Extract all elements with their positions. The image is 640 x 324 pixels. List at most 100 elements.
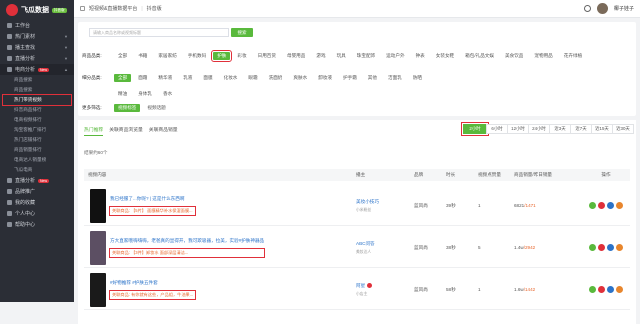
- blogger-name[interactable]: 美妆小技巧: [356, 199, 414, 205]
- sidebar-sub-item[interactable]: 商品搜索: [0, 85, 74, 95]
- sidebar-sub-item[interactable]: 商品销量排行: [0, 145, 74, 155]
- category-chip[interactable]: 箱包/礼品文娱: [461, 52, 498, 60]
- logo[interactable]: 飞瓜数据 抖音版: [0, 0, 74, 20]
- related-goods[interactable]: 关联商品: 【3件】卸妆水 面部深层清洁...: [108, 248, 266, 258]
- subcategory-chip[interactable]: 卸妆液: [314, 74, 336, 82]
- subcategory-chip[interactable]: 身体乳: [134, 90, 156, 98]
- table-row[interactable]: 我已经服了...你呢? | 这是什么东西啊 关联商品: 【5片】 面膜精华补水保…: [84, 186, 630, 226]
- sidebar-item-profile[interactable]: 个人中心: [0, 208, 74, 219]
- category-chip[interactable]: 花卉绿植: [560, 52, 586, 60]
- subcategory-chip[interactable]: 护手霜: [339, 74, 361, 82]
- tab-hot[interactable]: 热门推荐: [84, 126, 104, 136]
- category-chip[interactable]: 家居家纺: [154, 52, 180, 60]
- tab-views[interactable]: 关联商品浏览量: [109, 126, 143, 136]
- category-chip[interactable]: 母婴用品: [283, 52, 309, 60]
- subcategory-chip[interactable]: 防晒: [409, 74, 426, 82]
- user-name[interactable]: 椰子娃子: [614, 5, 634, 12]
- sidebar-sub-item[interactable]: 电商视频排行: [0, 115, 74, 125]
- table-row[interactable]: 方大直家哦嗨嗨嗨，老爸真的显得开，我可欺吸器，拉美，实验#护肤神器品 关联商品:…: [84, 228, 630, 268]
- sidebar-item-brand[interactable]: 品牌推广: [0, 186, 74, 197]
- blogger-name[interactable]: 阿星: [356, 283, 414, 289]
- subcategory-chip[interactable]: 精华液: [154, 74, 176, 82]
- sidebar-item-workbench[interactable]: 工作台: [0, 20, 74, 31]
- video-thumbnail[interactable]: [90, 272, 106, 307]
- category-chip-selected[interactable]: 护肤: [211, 50, 233, 62]
- category-chip[interactable]: 珠宝配饰: [353, 52, 379, 60]
- subcategory-chip[interactable]: 面霜: [134, 74, 151, 82]
- sidebar-item-favorites[interactable]: 我的收藏: [0, 197, 74, 208]
- detail-icon[interactable]: [589, 202, 596, 209]
- sidebar-item-ecommerce[interactable]: 电商分析 New ▲: [0, 64, 74, 75]
- subcategory-chip[interactable]: 化妆水: [220, 74, 242, 82]
- video-title[interactable]: 方大直家哦嗨嗨嗨，老爸真的显得开，我可欺吸器，拉美，实验#护肤神器品: [110, 238, 264, 244]
- category-chip[interactable]: 钟表: [412, 52, 429, 60]
- related-goods[interactable]: 关联商品: 【5片】 面膜精华补水保湿面膜...: [109, 206, 196, 216]
- sidebar-item-live[interactable]: 直播分析 New: [0, 175, 74, 186]
- favorite-icon[interactable]: [598, 286, 605, 293]
- video-topic-chip[interactable]: 视频话题: [143, 104, 169, 112]
- favorite-icon[interactable]: [598, 202, 605, 209]
- category-chip[interactable]: 宠物用品: [530, 52, 556, 60]
- play-icon[interactable]: [607, 202, 614, 209]
- category-chip[interactable]: 女装女鞋: [432, 52, 458, 60]
- category-chip[interactable]: 游戏: [312, 52, 329, 60]
- video-title[interactable]: #好物推荐 #护肤五件套: [110, 280, 195, 286]
- period-15d[interactable]: 近15天: [591, 124, 613, 134]
- sidebar-sub-item[interactable]: 电商达人销量榜: [0, 155, 74, 165]
- sidebar-sub-item[interactable]: 商品搜索: [0, 75, 74, 85]
- sidebar-sub-item[interactable]: 飞瓜电商: [0, 165, 74, 175]
- menu-icon[interactable]: [80, 6, 85, 11]
- search-input[interactable]: 请输入商品名称或视频标题: [89, 28, 229, 37]
- period-30d[interactable]: 近30天: [612, 124, 634, 134]
- category-chip[interactable]: 日用百货: [254, 52, 280, 60]
- subcategory-chip[interactable]: 乳液: [179, 74, 196, 82]
- detail-icon[interactable]: [589, 244, 596, 251]
- related-goods[interactable]: 关联商品: 有你就有这些，产品组，牛油果...: [108, 290, 197, 300]
- subcategory-chip[interactable]: 爽肤水: [289, 74, 311, 82]
- category-chip[interactable]: 彩妆: [233, 52, 250, 60]
- subcategory-chip[interactable]: 香水: [159, 90, 176, 98]
- category-chip[interactable]: 手机数码: [184, 52, 210, 60]
- blogger-name[interactable]: ABC问答: [356, 241, 414, 247]
- sidebar-sub-item[interactable]: 淘宝客推广排行: [0, 125, 74, 135]
- video-title[interactable]: 我已经服了...你呢? | 这是什么东西啊: [110, 196, 195, 202]
- period-24h[interactable]: 24小时: [528, 124, 550, 134]
- sidebar-item-blogger-search[interactable]: 播主查找 ▼: [0, 42, 74, 53]
- sidebar-sub-item[interactable]: 抖音商品排行: [0, 105, 74, 115]
- subcategory-chip[interactable]: 面膜: [199, 74, 216, 82]
- table-row[interactable]: #好物推荐 #护肤五件套 关联商品: 有你就有这些，产品组，牛油果... 阿星 …: [84, 270, 630, 310]
- detail-icon[interactable]: [589, 286, 596, 293]
- category-chip[interactable]: 全部: [114, 52, 131, 60]
- category-chip[interactable]: 书籍: [134, 52, 151, 60]
- goods-icon[interactable]: [616, 202, 623, 209]
- play-icon[interactable]: [607, 244, 614, 251]
- sidebar-sub-item[interactable]: 热门店铺排行: [0, 135, 74, 145]
- tab-sales[interactable]: 关联商品销量: [149, 126, 178, 136]
- period-7d[interactable]: 近7天: [570, 124, 592, 134]
- category-chip[interactable]: 运动户外: [382, 52, 408, 60]
- favorite-icon[interactable]: [598, 244, 605, 251]
- period-12h[interactable]: 12小时: [507, 124, 529, 134]
- category-chip[interactable]: 玩具: [333, 52, 350, 60]
- sidebar-item-hot-materials[interactable]: 热门素材 ▼: [0, 31, 74, 42]
- subcategory-chip[interactable]: 其他: [364, 74, 381, 82]
- sidebar-item-live-analysis[interactable]: 直播分析 ▼: [0, 53, 74, 64]
- sidebar-sub-item-hot-videos[interactable]: 热门带货视频: [2, 94, 72, 106]
- play-icon[interactable]: [607, 286, 614, 293]
- platform-switch[interactable]: 抖音版: [147, 5, 162, 12]
- period-6h[interactable]: 6小时: [486, 124, 508, 134]
- category-chip[interactable]: 美食饮品: [501, 52, 527, 60]
- video-thumbnail[interactable]: [90, 230, 106, 265]
- subcategory-chip-selected[interactable]: 全部: [114, 74, 132, 82]
- subcategory-chip[interactable]: 洗面奶: [265, 74, 287, 82]
- search-button[interactable]: 搜索: [231, 28, 253, 37]
- sidebar-item-help[interactable]: 帮助中心: [0, 219, 74, 230]
- support-icon[interactable]: [583, 5, 591, 12]
- subcategory-chip[interactable]: 眼霜: [244, 74, 261, 82]
- video-tag-chip[interactable]: 视频标签: [114, 104, 141, 112]
- subcategory-chip[interactable]: 精油: [114, 90, 131, 98]
- period-2h[interactable]: 2小时: [461, 122, 489, 136]
- period-3d[interactable]: 近3天: [549, 124, 571, 134]
- subcategory-chip[interactable]: 洁面乳: [384, 74, 406, 82]
- goods-icon[interactable]: [616, 286, 623, 293]
